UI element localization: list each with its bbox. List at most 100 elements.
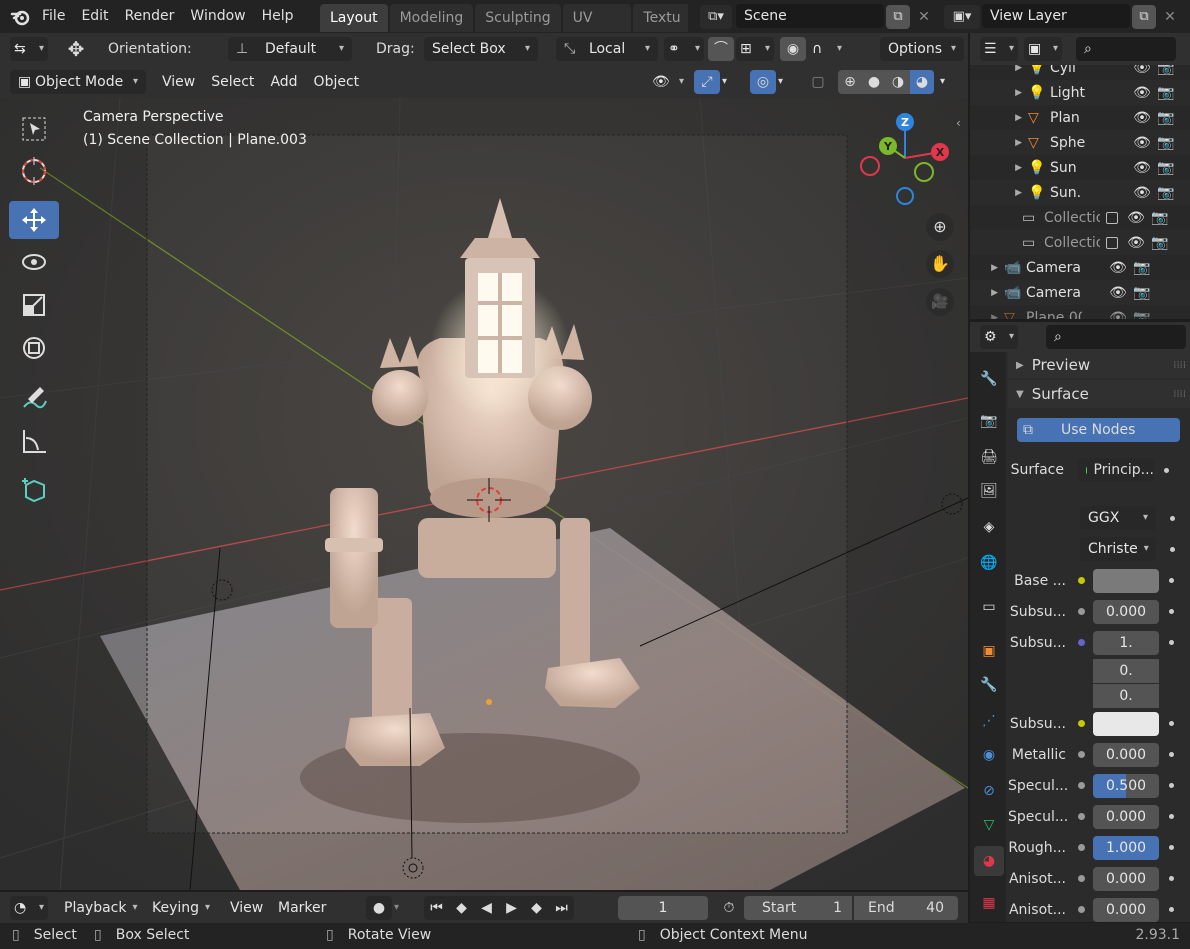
jump-start-icon[interactable]: ⏮ [424, 900, 449, 916]
distribution-dropdown[interactable]: GGX ▾ [1080, 506, 1156, 530]
keyframe-dot-icon[interactable] [1169, 907, 1174, 912]
camera-render-icon[interactable]: 📷 [1154, 65, 1178, 76]
eye-icon[interactable]: 👁 [1130, 135, 1154, 151]
eye-icon[interactable]: 👁 [1106, 285, 1130, 301]
keying-dropdown[interactable]: Keying ▾ [144, 896, 218, 920]
3d-viewport[interactable]: Camera Perspective (1) Scene Collection … [0, 98, 968, 890]
camera-view-icon[interactable]: 🎥 [926, 288, 954, 316]
texture-tab-icon[interactable]: ▦ [974, 888, 1004, 918]
menu-render[interactable]: Render [117, 0, 183, 33]
use-nodes-button[interactable]: ⧉ Use Nodes [1017, 418, 1180, 442]
current-frame-field[interactable]: 1 [618, 896, 708, 920]
scale-tool[interactable] [9, 286, 59, 324]
keyframe-dot-icon[interactable] [1169, 578, 1174, 583]
keyframe-dot-icon[interactable] [1169, 845, 1174, 850]
camera-render-icon[interactable]: 📷 [1154, 185, 1178, 201]
tab-sculpting[interactable]: Sculpting [475, 4, 561, 32]
menu-view[interactable]: View [154, 70, 203, 94]
options-dropdown[interactable]: Options ▾ [880, 37, 964, 61]
cursor-tool[interactable] [9, 152, 59, 190]
camera-render-icon[interactable]: 📷 [1130, 310, 1154, 320]
auto-keying-options-icon[interactable]: ▾ [394, 896, 414, 920]
overlays-toggle-icon[interactable]: ◎ [750, 70, 776, 94]
keyframe-dot-icon[interactable] [1169, 609, 1174, 614]
modifier-tab-icon[interactable]: 🔧 [974, 670, 1004, 700]
outliner-item[interactable]: ▶ ▽ Plan 👁 📷 [970, 105, 1190, 130]
orientation-dropdown[interactable]: ⊥ Default ▾ [228, 37, 352, 61]
eye-icon[interactable]: 👁 [1106, 260, 1130, 276]
outliner-item[interactable]: ▶ 📹 Camera. 👁 📷 [970, 280, 1190, 305]
camera-render-icon[interactable]: 📷 [1148, 235, 1172, 251]
tab-texture[interactable]: Textu [633, 4, 688, 32]
neg-x-axis-icon[interactable] [860, 156, 880, 176]
object-data-tab-icon[interactable]: ▽ [974, 810, 1004, 840]
outliner-search-input[interactable]: ⌕ [1076, 37, 1176, 61]
rendered-shading-icon[interactable]: ◕ [910, 70, 934, 94]
eye-icon[interactable]: 👁 [1124, 235, 1148, 251]
menu-file[interactable]: File [34, 0, 73, 33]
scene-tab-icon[interactable]: ◈ [974, 512, 1004, 542]
socket-icon[interactable] [1078, 608, 1085, 615]
expand-arrow-icon[interactable]: ▶ [970, 313, 1004, 320]
camera-render-icon[interactable]: 📷 [1154, 110, 1178, 126]
keyframe-dot-icon[interactable] [1169, 814, 1174, 819]
surface-shader-dropdown[interactable]: Princip... [1078, 458, 1154, 482]
physics-tab-icon[interactable]: ◉ [974, 740, 1004, 770]
value-field[interactable]: 0.000 [1093, 804, 1159, 829]
timeline-menu-marker[interactable]: Marker [270, 896, 334, 920]
particles-tab-icon[interactable]: ⋰ [974, 706, 1004, 736]
constraints-tab-icon[interactable]: ⊘ [974, 776, 1004, 806]
expand-arrow-icon[interactable]: ▶ [970, 263, 1004, 273]
drag-dropdown[interactable]: Select Box ▾ [424, 37, 538, 61]
vector-component-field[interactable]: 0. [1093, 683, 1159, 708]
exclude-checkbox[interactable] [1106, 236, 1118, 249]
next-keyframe-icon[interactable]: ◆ [524, 900, 549, 916]
remove-view-layer-icon[interactable]: ✕ [1160, 5, 1180, 29]
expand-arrow-icon[interactable]: ▶ [970, 188, 1028, 198]
keyframe-dot-icon[interactable] [1169, 640, 1174, 645]
stopwatch-icon[interactable]: ⏱ [716, 896, 742, 920]
shading-options-dropdown[interactable]: ▾ [940, 70, 956, 94]
value-slider[interactable]: 0.500 [1093, 773, 1159, 798]
transform-pivot-dropdown[interactable]: ⚭ ▾ [664, 37, 704, 61]
expand-arrow-icon[interactable]: ▶ [970, 138, 1028, 148]
exclude-checkbox[interactable] [1106, 211, 1118, 224]
color-swatch[interactable] [1093, 711, 1159, 736]
drag-handle-icon[interactable]: ⁞⁞⁞⁞ [1173, 360, 1186, 371]
socket-icon[interactable] [1078, 782, 1085, 789]
gizmo-toggle-icon[interactable]: ⤢ [694, 70, 720, 94]
neg-y-axis-icon[interactable] [914, 162, 934, 182]
new-scene-icon[interactable]: ⧉ [886, 5, 910, 29]
play-icon[interactable]: ▶ [499, 900, 524, 916]
menu-object[interactable]: Object [306, 70, 368, 94]
keyframe-dot-icon[interactable] [1169, 721, 1174, 726]
scene-name-field[interactable]: Scene [736, 4, 884, 28]
value-field[interactable]: 0.000 [1093, 599, 1159, 624]
surface-panel-header[interactable]: ▼ Surface ⁞⁞⁞⁞ [1008, 380, 1190, 408]
outliner-item[interactable]: ▶ 💡 Sun. 👁 📷 [970, 180, 1190, 205]
rotate-tool[interactable] [9, 243, 59, 281]
preview-panel-header[interactable]: ▶ Preview ⁞⁞⁞⁞ [1008, 352, 1190, 378]
overlays-options-dropdown[interactable]: ▾ [778, 70, 794, 94]
keyframe-dot-icon[interactable] [1169, 876, 1174, 881]
navigation-gizmo[interactable]: Z X Y [852, 108, 958, 214]
expand-arrow-icon[interactable]: ▶ [970, 65, 1028, 73]
view-layer-tab-icon[interactable]: 🖼 [974, 476, 1004, 506]
outliner-editor-type[interactable]: ☰ ▾ [980, 37, 1018, 61]
keyframe-dot-icon[interactable] [1170, 515, 1175, 521]
expand-arrow-icon[interactable]: ▶ [970, 113, 1028, 123]
jump-end-icon[interactable]: ⏭ [549, 900, 574, 916]
tab-uv-editing[interactable]: UV Editing [562, 4, 632, 32]
socket-icon[interactable] [1078, 751, 1085, 758]
tool-settings-toggle[interactable]: ⇆ ▾ [10, 37, 48, 61]
pan-hand-icon[interactable]: ✋ [926, 250, 954, 278]
drag-handle-icon[interactable]: ⁞⁞⁞⁞ [1173, 389, 1186, 400]
view-layer-browse-icon[interactable]: ▣▾ [944, 5, 980, 29]
neg-z-axis-icon[interactable] [896, 187, 914, 205]
keyframe-dot-icon[interactable] [1170, 546, 1175, 552]
eye-icon[interactable]: 👁 [1130, 185, 1154, 201]
tab-layout[interactable]: Layout [320, 4, 388, 32]
menu-add[interactable]: Add [262, 70, 305, 94]
record-icon[interactable]: ● [366, 896, 392, 920]
visibility-dropdown[interactable]: 👁 ▾ [648, 70, 688, 94]
